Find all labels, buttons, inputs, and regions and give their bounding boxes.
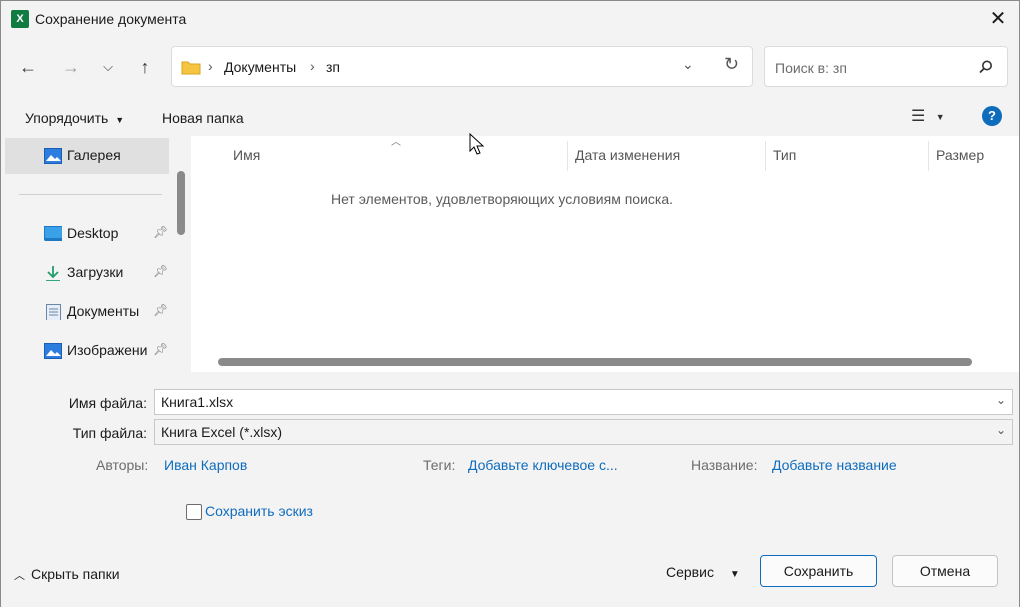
chevron-down-icon: ⌵: [103, 59, 113, 74]
chevron-down-icon: ⌄: [995, 423, 1006, 437]
arrow-right-icon: →: [62, 57, 80, 77]
chevron-down-icon: ⌄: [682, 56, 694, 72]
breadcrumb-separator: ›: [208, 58, 213, 74]
title-label: Название:: [691, 457, 758, 473]
tags-value[interactable]: Добавьте ключевое с...: [468, 457, 618, 473]
sidebar-item-desktop[interactable]: Desktop 📌︎: [1, 216, 169, 252]
close-icon: ✕: [989, 8, 1007, 30]
filename-value: Книга1.xlsx: [161, 394, 234, 410]
pin-icon: 📌︎: [153, 264, 169, 278]
save-thumbnail-label[interactable]: Сохранить эскиз: [205, 503, 313, 519]
caret-down-icon: ▼: [729, 569, 740, 580]
sidebar-item-label: Desktop: [67, 225, 119, 241]
filename-field[interactable]: Книга1.xlsx ⌄: [154, 389, 1013, 415]
tags-label: Теги:: [423, 457, 456, 473]
sidebar-item-label: Документы: [67, 303, 140, 319]
refresh-button[interactable]: ↻: [724, 54, 739, 75]
tools-label: Сервис: [666, 564, 714, 580]
pin-icon: 📌︎: [153, 303, 169, 317]
tools-button[interactable]: Сервис ▼: [666, 564, 740, 580]
save-dialog: X Сохранение документа ✕ ← → ⌵ ↑ › Докум…: [0, 0, 1020, 607]
sidebar-item-label: Галерея: [67, 147, 121, 163]
sidebar-item-label: Изображени: [67, 342, 148, 358]
column-divider[interactable]: [765, 141, 766, 171]
organize-label: Упорядочить: [25, 110, 109, 126]
refresh-icon: ↻: [724, 54, 740, 74]
authors-label: Авторы:: [96, 457, 149, 473]
documents-icon: [46, 304, 61, 320]
folder-icon: [181, 61, 201, 75]
column-divider[interactable]: [567, 141, 568, 171]
search-box: [764, 46, 1008, 87]
back-button[interactable]: ←: [15, 54, 41, 80]
empty-message: Нет элементов, удовлетворяющих условиям …: [330, 191, 674, 207]
hide-folders-button[interactable]: ︿ Скрыть папки: [14, 566, 120, 583]
sidebar-scrollbar[interactable]: [177, 171, 185, 235]
list-view-icon: ☰: [911, 108, 926, 125]
sidebar-item-label: Загрузки: [67, 264, 124, 280]
column-header-type[interactable]: Тип: [773, 147, 796, 163]
window-title: Сохранение документа: [35, 11, 187, 27]
sidebar-item-pictures[interactable]: Изображени 📌︎: [1, 333, 169, 369]
divider: [19, 194, 162, 195]
caret-down-icon: ▼: [115, 115, 125, 125]
breadcrumb-separator: ›: [310, 58, 315, 74]
breadcrumb-documents[interactable]: Документы: [224, 59, 296, 75]
horizontal-scrollbar[interactable]: [218, 358, 972, 366]
pin-icon: 📌︎: [153, 342, 169, 356]
recent-locations-button[interactable]: ⌵: [95, 54, 121, 80]
column-header-size[interactable]: Размер: [936, 147, 984, 163]
file-list: [191, 136, 1019, 372]
hide-folders-label: Скрыть папки: [31, 566, 120, 582]
arrow-up-icon: ↑: [140, 57, 150, 77]
sidebar-item-gallery[interactable]: Галерея: [5, 138, 169, 174]
arrow-left-icon: ←: [19, 57, 37, 77]
chevron-up-icon: ︿: [14, 570, 25, 582]
authors-value[interactable]: Иван Карпов: [164, 457, 247, 473]
address-history-button[interactable]: ⌄: [682, 56, 694, 73]
sidebar-item-documents[interactable]: Документы 📌︎: [1, 294, 169, 330]
sort-ascending-icon: ︿: [391, 137, 401, 148]
chevron-down-icon[interactable]: ⌄: [996, 393, 1006, 407]
save-thumbnail-checkbox[interactable]: [186, 504, 202, 520]
close-button[interactable]: ✕: [981, 5, 1015, 33]
download-icon: [46, 266, 60, 281]
organize-button[interactable]: Упорядочить ▼: [25, 107, 124, 129]
cancel-button[interactable]: Отмена: [892, 555, 998, 587]
mouse-cursor-icon: [469, 133, 485, 155]
excel-icon: X: [11, 10, 29, 28]
pictures-icon: [44, 343, 62, 359]
filetype-select[interactable]: Книга Excel (*.xlsx) ⌄: [154, 419, 1013, 445]
breadcrumb-zp[interactable]: зп: [326, 59, 340, 75]
address-bar[interactable]: › Документы › зп ⌄ ↻: [171, 46, 753, 87]
desktop-icon: [44, 226, 62, 241]
caret-down-icon: ▼: [935, 111, 945, 122]
new-folder-button[interactable]: Новая папка: [162, 107, 244, 129]
filename-label: Имя файла:: [68, 395, 147, 411]
column-header-name[interactable]: Имя: [233, 147, 260, 163]
save-button[interactable]: Сохранить: [760, 555, 877, 587]
search-icon[interactable]: [979, 60, 993, 74]
title-value[interactable]: Добавьте название: [772, 457, 897, 473]
filetype-label: Тип файла:: [72, 425, 147, 441]
forward-button[interactable]: →: [58, 54, 84, 80]
navigation-pane: Галерея Desktop 📌︎ Загрузки 📌︎ Документы…: [1, 136, 191, 372]
view-options-button[interactable]: ☰ ▼: [911, 106, 945, 126]
sidebar-item-downloads[interactable]: Загрузки 📌︎: [1, 255, 169, 291]
pin-icon: 📌︎: [153, 225, 169, 239]
search-input[interactable]: [773, 56, 972, 80]
gallery-icon: [44, 148, 62, 164]
up-button[interactable]: ↑: [132, 54, 158, 80]
column-header-date[interactable]: Дата изменения: [575, 147, 680, 163]
filetype-value: Книга Excel (*.xlsx): [161, 424, 283, 440]
help-button[interactable]: ?: [982, 106, 1002, 126]
column-divider[interactable]: [928, 141, 929, 171]
